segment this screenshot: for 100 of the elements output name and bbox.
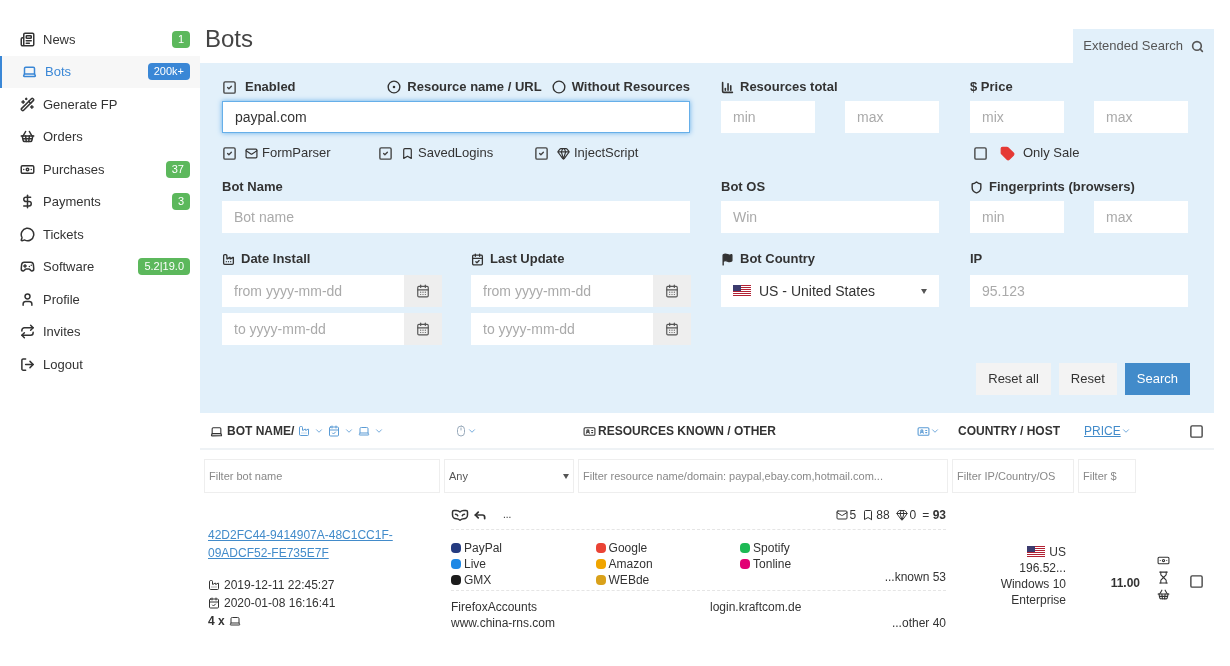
filter-field[interactable]: Filter resource name/domain: paypal,ebay.com,hotmail.com... bbox=[578, 459, 948, 493]
radio-label: Without Resources bbox=[571, 78, 690, 97]
sidebar-item[interactable]: Payments 3 bbox=[0, 185, 200, 218]
sidebar-item[interactable]: Tickets bbox=[0, 218, 200, 251]
column-header: RESOURCES KNOWN / OTHER bbox=[598, 423, 776, 440]
nav-icon bbox=[20, 31, 35, 47]
input-field[interactable]: 95.123 bbox=[970, 275, 1188, 307]
radio-button[interactable] bbox=[551, 80, 566, 94]
country-select[interactable]: US - United States bbox=[721, 275, 939, 307]
laptop-icon bbox=[210, 424, 223, 438]
row-checkbox[interactable] bbox=[1189, 574, 1204, 589]
calendar-button[interactable] bbox=[653, 313, 691, 345]
sale-tag-icon bbox=[1000, 145, 1015, 161]
input-field[interactable]: max bbox=[1094, 201, 1188, 233]
input-field[interactable]: Win bbox=[721, 201, 939, 233]
date-field[interactable]: to yyyy-mm-dd bbox=[471, 313, 653, 345]
sidebar-item[interactable]: Generate FP bbox=[0, 88, 200, 121]
nav-label: Payments bbox=[43, 193, 102, 211]
sidebar-item[interactable]: Invites bbox=[0, 315, 200, 348]
checkbox[interactable] bbox=[973, 145, 988, 161]
basket-icon[interactable] bbox=[1156, 588, 1170, 601]
nav-label: Orders bbox=[43, 128, 84, 146]
action-button[interactable]: Reset all bbox=[976, 363, 1051, 395]
country-code: US bbox=[1049, 544, 1066, 560]
money-icon[interactable] bbox=[1156, 554, 1170, 567]
resource-name: Google bbox=[608, 540, 648, 556]
sort-icon bbox=[358, 425, 371, 437]
nav-icon bbox=[20, 226, 35, 242]
field-label: Fingerprints (browsers) bbox=[989, 178, 1135, 197]
flag-icon bbox=[733, 285, 751, 297]
nav-icon bbox=[20, 356, 35, 372]
browser-select[interactable]: Any bbox=[444, 459, 574, 493]
input-field[interactable]: mix bbox=[970, 101, 1064, 133]
sidebar-item[interactable]: News 1 bbox=[0, 23, 200, 56]
bookmark-icon bbox=[862, 508, 875, 521]
caret-icon bbox=[374, 426, 385, 436]
caret-icon bbox=[344, 426, 355, 436]
nav-label: Purchases bbox=[43, 160, 106, 179]
checkbox[interactable] bbox=[222, 145, 237, 161]
nav-label: Logout bbox=[43, 355, 84, 374]
count-badge: 1 bbox=[171, 30, 190, 48]
install-date: 2019-12-11 22:45:27 bbox=[224, 577, 335, 594]
radio-button[interactable] bbox=[387, 80, 402, 94]
checkbox[interactable] bbox=[378, 145, 393, 161]
checkbox[interactable] bbox=[534, 145, 549, 161]
hourglass-icon[interactable] bbox=[1156, 571, 1170, 584]
input-field[interactable]: min bbox=[970, 201, 1064, 233]
select-all-checkbox[interactable] bbox=[1189, 423, 1204, 439]
filter-field[interactable]: Filter IP/Country/OS bbox=[952, 459, 1074, 493]
nav-label: Generate FP bbox=[43, 95, 119, 114]
price-sort-link[interactable]: PRICE bbox=[1084, 422, 1121, 440]
calendar-button[interactable] bbox=[404, 313, 442, 345]
mouse-icon bbox=[455, 425, 467, 437]
extended-search-tab[interactable]: Extended Search bbox=[1073, 29, 1214, 63]
count-badge: 5.2|19.0 bbox=[138, 258, 190, 276]
sidebar-item[interactable]: Bots 200k+ bbox=[0, 55, 200, 88]
sort-icon bbox=[298, 425, 311, 437]
caret-icon bbox=[467, 426, 477, 436]
field-label: Bot OS bbox=[721, 178, 766, 197]
nav-label: Software bbox=[43, 258, 96, 276]
sidebar-item[interactable]: Software 5.2|19.0 bbox=[0, 250, 200, 283]
sidebar-item[interactable]: Orders bbox=[0, 120, 200, 153]
sidebar-item[interactable]: Logout bbox=[0, 348, 200, 381]
filter-field[interactable]: Filter bot name bbox=[204, 459, 440, 493]
caret-icon bbox=[921, 288, 927, 294]
action-button[interactable]: Reset bbox=[1058, 363, 1117, 395]
login-count: 88 bbox=[876, 506, 890, 524]
resource-name: Tonline bbox=[753, 556, 792, 572]
sidebar-item[interactable]: Purchases 37 bbox=[0, 153, 200, 186]
field-label: Bot Country bbox=[740, 250, 816, 269]
checkbox[interactable] bbox=[222, 79, 237, 95]
nav-icon bbox=[20, 291, 35, 307]
nav-label: News bbox=[43, 30, 77, 49]
host-ip: 196.52... bbox=[1019, 560, 1066, 576]
sidebar-item[interactable]: Profile bbox=[0, 283, 200, 316]
bot-link[interactable]: 42D2FC44-9414907A-48C1CC1F-09ADCF52-FE735E7F bbox=[208, 526, 403, 562]
field-label: Resources total bbox=[740, 78, 838, 97]
filter-field[interactable]: Filter $ bbox=[1078, 459, 1136, 493]
input-field[interactable]: max bbox=[1094, 101, 1188, 133]
resource-field[interactable]: paypal.com bbox=[223, 102, 689, 132]
action-button[interactable]: Search bbox=[1124, 363, 1190, 395]
shield-icon bbox=[970, 180, 983, 194]
update-date: 2020-01-08 16:16:41 bbox=[224, 595, 336, 612]
date-field[interactable]: from yyyy-mm-dd bbox=[222, 275, 404, 307]
radio-label: Resource name / URL bbox=[407, 78, 542, 97]
date-field[interactable]: to yyyy-mm-dd bbox=[222, 313, 404, 345]
resource-name: login.kraftcom.de bbox=[710, 599, 803, 615]
input-field[interactable]: Bot name bbox=[222, 201, 690, 233]
checkbox-label: FormParser bbox=[262, 144, 331, 163]
checkbox-label: InjectScript bbox=[574, 144, 639, 163]
input-field[interactable]: max bbox=[845, 101, 939, 133]
date-field[interactable]: from yyyy-mm-dd bbox=[471, 275, 653, 307]
count-badge: 200k+ bbox=[147, 63, 190, 81]
input-field[interactable]: min bbox=[721, 101, 815, 133]
calendar-button[interactable] bbox=[653, 275, 691, 307]
count-badge: 37 bbox=[165, 160, 190, 178]
resource-name: PayPal bbox=[464, 540, 503, 556]
card-icon bbox=[583, 424, 596, 438]
calendar-button[interactable] bbox=[404, 275, 442, 307]
resource-name: GMX bbox=[464, 572, 492, 588]
